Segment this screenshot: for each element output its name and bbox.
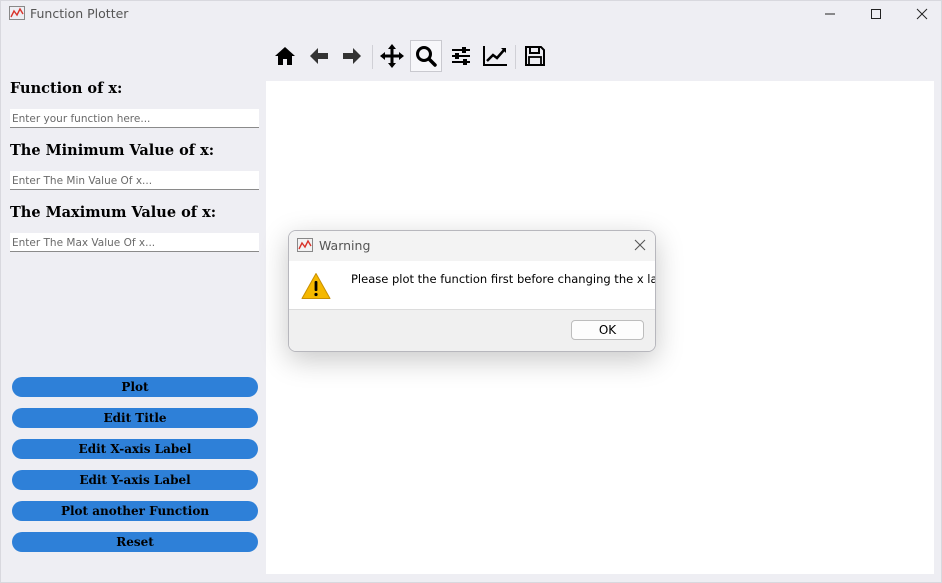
toolbar-separator [372,45,373,69]
plot-button[interactable]: Plot [12,377,258,397]
minimize-icon [825,13,835,15]
edit-axis-icon [483,46,507,66]
dialog-footer: OK [289,309,655,351]
close-icon[interactable] [633,238,647,252]
max-value-label: The Maximum Value of x: [10,204,217,221]
edit-axis-button[interactable] [479,40,511,72]
pan-button[interactable] [376,40,408,72]
edit-x-label-button[interactable]: Edit X-axis Label [12,439,258,459]
zoom-button[interactable] [410,40,442,72]
back-arrow-icon [310,48,328,64]
chart-app-icon [9,6,25,20]
zoom-icon [416,46,437,67]
function-input[interactable] [10,109,259,128]
maximize-button[interactable] [853,1,899,27]
dialog-title: Warning [319,238,371,253]
back-button[interactable] [303,40,335,72]
maximize-icon [871,9,881,19]
save-icon [525,46,545,66]
forward-arrow-icon [343,48,361,64]
close-button[interactable] [899,1,942,27]
dialog-message: Please plot the function first before ch… [351,272,656,286]
chart-app-icon [297,238,313,252]
function-label: Function of x: [10,80,123,97]
dialog-body: Please plot the function first before ch… [289,261,655,309]
pan-icon [380,44,404,68]
minimize-button[interactable] [807,1,853,27]
plot-another-function-button[interactable]: Plot another Function [12,501,258,521]
configure-subplots-icon [452,47,470,65]
title-bar: Function Plotter [1,1,941,27]
warning-dialog: Warning Please plot the function first b… [288,230,656,352]
warning-icon [301,273,331,299]
window-title: Function Plotter [30,6,129,21]
save-button[interactable] [519,40,551,72]
dialog-title-bar: Warning [289,231,655,261]
edit-y-label-button[interactable]: Edit Y-axis Label [12,470,258,490]
forward-button[interactable] [336,40,368,72]
max-value-input[interactable] [10,233,259,252]
close-icon [916,8,928,20]
plot-toolbar [269,39,559,75]
toolbar-separator [515,45,516,69]
home-button[interactable] [269,40,301,72]
configure-subplots-button[interactable] [445,40,477,72]
min-value-label: The Minimum Value of x: [10,142,215,159]
home-icon [275,47,295,65]
edit-title-button[interactable]: Edit Title [12,408,258,428]
app-window: Function Plotter Function of x: Enter yo… [0,0,942,583]
min-value-input[interactable] [10,171,259,190]
ok-button[interactable]: OK [571,320,644,340]
reset-button[interactable]: Reset [12,532,258,552]
